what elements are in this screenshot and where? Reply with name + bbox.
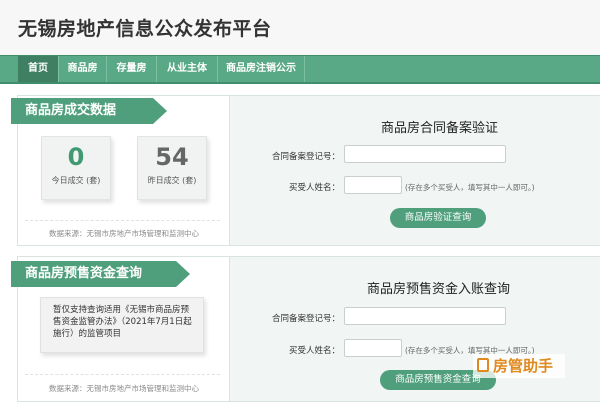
watermark: 房管助手	[473, 354, 565, 378]
verify-query-button[interactable]: 商品房验证查询	[390, 208, 486, 228]
nav-item-resale-homes[interactable]: 存量房	[107, 56, 157, 82]
house-icon	[477, 358, 489, 372]
contract-number-input[interactable]	[344, 145, 506, 163]
watermark-text: 房管助手	[493, 357, 554, 375]
yesterday-deals-label: 昨日成交 (套)	[147, 176, 197, 185]
today-deals-label: 今日成交 (套)	[51, 176, 101, 185]
buyer-name-input[interactable]	[344, 176, 402, 194]
buyer-name-label: 买受人姓名：	[288, 346, 340, 356]
buyer-hint: (存在多个买受人，填写其中一人即可。)	[405, 183, 535, 192]
funds-notice: 暂仅支持查询适用《无锡市商品房预售资金监管办法》（2021年7月1日起施行）的监…	[40, 297, 204, 353]
main-nav: 首页 商品房 存量房 从业主体 商品房注销公示	[0, 55, 600, 84]
nav-item-home[interactable]: 首页	[18, 56, 59, 82]
nav-item-market-entities[interactable]: 从业主体	[157, 56, 218, 82]
divider	[25, 220, 220, 221]
funds-contract-number-input[interactable]	[344, 307, 506, 325]
funds-query-title: 商品房预售资金入账查询	[367, 282, 511, 297]
deals-heading: 商品房成交数据	[11, 98, 167, 124]
buyer-name-label: 买受人姓名：	[288, 183, 340, 193]
today-deals-card: 0 今日成交 (套)	[41, 136, 111, 200]
divider	[25, 374, 220, 375]
site-header: 无锡房地产信息公众发布平台	[0, 0, 600, 55]
contract-number-label: 合同备案登记号：	[271, 152, 340, 162]
yesterday-deals-value: 54	[155, 143, 189, 171]
contract-number-label: 合同备案登记号：	[271, 314, 340, 324]
nav-item-new-homes[interactable]: 商品房	[59, 56, 107, 82]
today-deals-value: 0	[67, 143, 85, 171]
contract-verify-title: 商品房合同备案验证	[381, 121, 499, 136]
funds-buyer-name-input[interactable]	[344, 339, 402, 357]
deals-source: 数据来源：无锡市房地产市场管理和监测中心	[49, 229, 199, 238]
funds-source: 数据来源：无锡市房地产市场管理和监测中心	[49, 384, 199, 393]
site-title: 无锡房地产信息公众发布平台	[18, 18, 272, 40]
nav-item-cancellation-notice[interactable]: 商品房注销公示	[218, 56, 305, 82]
yesterday-deals-card: 54 昨日成交 (套)	[137, 136, 207, 200]
funds-heading: 商品房预售资金查询	[11, 261, 190, 287]
